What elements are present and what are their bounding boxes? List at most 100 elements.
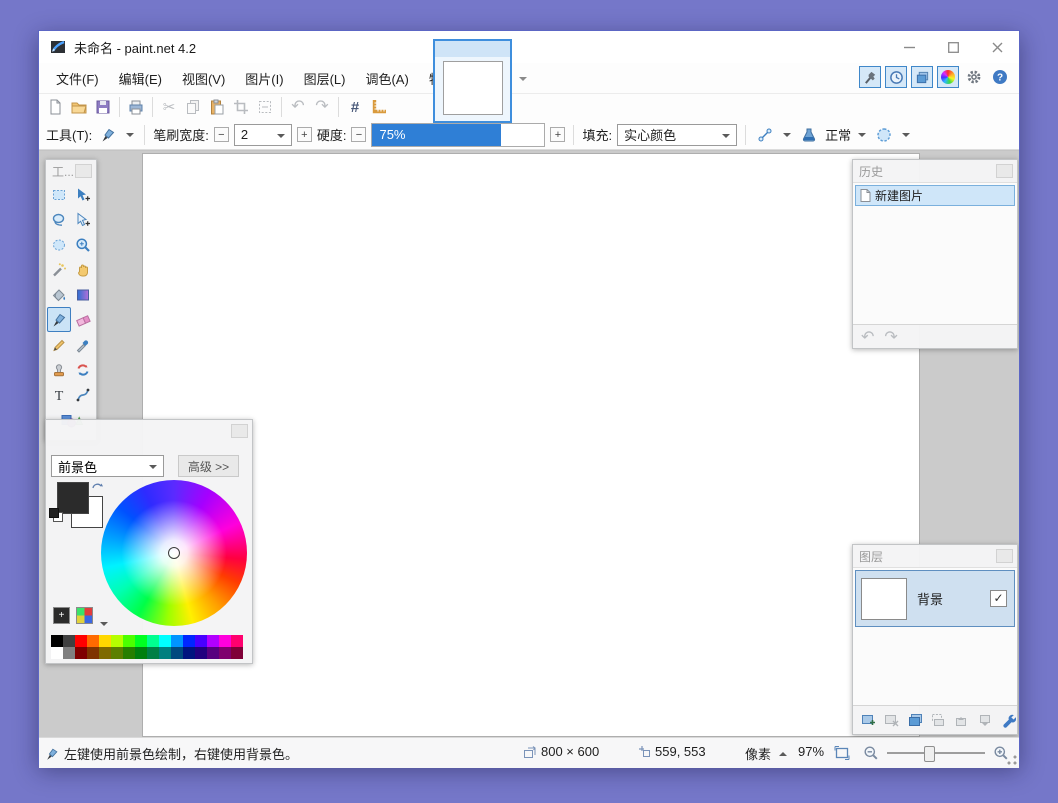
tools-window-toggle[interactable] [859, 66, 881, 88]
maximize-button[interactable] [931, 31, 975, 63]
brush-width-decrease-button[interactable]: − [214, 127, 229, 142]
reset-colors-icon[interactable] [49, 508, 63, 522]
settings-button[interactable] [963, 66, 985, 88]
tool-zoom[interactable] [71, 232, 95, 257]
tool-paintbrush[interactable] [47, 307, 71, 332]
history-panel-close-button[interactable] [996, 164, 1013, 178]
palette-swatch[interactable] [207, 635, 219, 647]
deselect-button[interactable] [254, 96, 276, 118]
ruler-toggle-button[interactable] [368, 96, 390, 118]
history-undo-icon[interactable]: ↶ [861, 327, 874, 347]
paste-button[interactable] [206, 96, 228, 118]
layers-panel-header[interactable]: 图层 [853, 545, 1017, 567]
selection-mode-caret[interactable] [900, 124, 912, 146]
colors-panel-header[interactable] [46, 420, 252, 442]
hardness-slider[interactable]: 75% [371, 123, 545, 147]
tool-eraser[interactable] [71, 307, 95, 332]
resize-grip[interactable] [1007, 755, 1017, 765]
palette-swatch[interactable] [219, 647, 231, 659]
brush-width-increase-button[interactable]: + [297, 127, 312, 142]
tool-pan[interactable] [71, 257, 95, 282]
blend-mode-button[interactable] [798, 124, 820, 146]
palette-swatch[interactable] [111, 635, 123, 647]
tool-pencil[interactable] [47, 332, 71, 357]
close-button[interactable] [975, 31, 1019, 63]
colors-panel-close-button[interactable] [231, 424, 248, 438]
merge-layer-down-button[interactable] [930, 711, 947, 729]
history-panel-header[interactable]: 历史 [853, 160, 1017, 182]
antialiasing-button[interactable] [754, 124, 776, 146]
palette-swatch[interactable] [207, 647, 219, 659]
palette-swatch[interactable] [87, 647, 99, 659]
grid-toggle-button[interactable]: # [344, 96, 366, 118]
tool-magic-wand[interactable] [47, 257, 71, 282]
palette-swatch[interactable] [171, 647, 183, 659]
minimize-button[interactable] [887, 31, 931, 63]
menu-item-2[interactable]: 编辑(E) [109, 64, 172, 93]
save-button[interactable] [92, 96, 114, 118]
cut-button[interactable]: ✂ [158, 96, 180, 118]
tool-recolor[interactable] [71, 357, 95, 382]
zoom-slider[interactable] [887, 746, 985, 760]
fill-style-select[interactable]: 实心颜色 [617, 124, 737, 146]
palette-swatch[interactable] [135, 635, 147, 647]
palette-swatch[interactable] [147, 635, 159, 647]
zoom-to-window-button[interactable] [831, 742, 853, 764]
swap-colors-icon[interactable] [91, 480, 104, 492]
tool-color-picker[interactable] [71, 332, 95, 357]
layers-panel-close-button[interactable] [996, 549, 1013, 563]
palette-swatch[interactable] [51, 635, 63, 647]
menu-item-6[interactable]: 调色(A) [355, 64, 418, 93]
palette-swatch[interactable] [123, 647, 135, 659]
image-list-dropdown[interactable] [516, 73, 530, 85]
tool-rectangle-select[interactable] [47, 182, 71, 207]
tool-ellipse-select[interactable] [47, 232, 71, 257]
menu-item-4[interactable]: 图片(I) [235, 64, 293, 93]
history-item[interactable]: 新建图片 [855, 185, 1015, 206]
color-wheel-selector[interactable] [168, 547, 180, 559]
units-select[interactable]: 像素 [745, 744, 787, 763]
redo-button[interactable]: ↷ [311, 96, 333, 118]
blend-mode-caret[interactable] [856, 124, 868, 146]
history-window-toggle[interactable] [885, 66, 907, 88]
tool-lasso-select[interactable] [47, 207, 71, 232]
color-target-select[interactable]: 前景色 [51, 455, 164, 477]
layer-properties-button[interactable] [1000, 711, 1017, 729]
print-button[interactable] [125, 96, 147, 118]
zoom-out-button[interactable] [860, 742, 882, 764]
tool-line-curve[interactable] [71, 382, 95, 407]
hardness-increase-button[interactable]: + [550, 127, 565, 142]
palette-menu-button[interactable] [76, 607, 93, 624]
palette-menu-caret[interactable] [98, 613, 110, 635]
palette-swatch[interactable] [147, 647, 159, 659]
tool-text[interactable]: T [47, 382, 71, 407]
palette-swatch[interactable] [231, 647, 243, 659]
palette-swatch[interactable] [75, 647, 87, 659]
menu-item-3[interactable]: 视图(V) [172, 64, 235, 93]
palette-swatch[interactable] [99, 647, 111, 659]
copy-button[interactable] [182, 96, 204, 118]
palette-swatch[interactable] [123, 635, 135, 647]
palette-swatch[interactable] [183, 635, 195, 647]
antialiasing-caret[interactable] [781, 124, 793, 146]
crop-button[interactable] [230, 96, 252, 118]
layer-visibility-checkbox[interactable]: ✓ [990, 590, 1007, 607]
tool-gradient[interactable] [71, 282, 95, 307]
layer-row[interactable]: 背景 ✓ [855, 570, 1015, 627]
palette-swatch[interactable] [135, 647, 147, 659]
palette-swatch[interactable] [231, 635, 243, 647]
tool-move-selected-pixels[interactable] [71, 182, 95, 207]
image-tab[interactable] [433, 39, 512, 123]
move-layer-down-button[interactable] [976, 711, 993, 729]
zoom-slider-thumb[interactable] [924, 746, 935, 762]
tool-clone-stamp[interactable] [47, 357, 71, 382]
palette-swatch[interactable] [51, 647, 63, 659]
tools-panel-close-button[interactable] [75, 164, 92, 178]
selection-mode-button[interactable] [873, 124, 895, 146]
advanced-colors-button[interactable]: 高级 >> [178, 455, 239, 477]
palette-swatch[interactable] [159, 635, 171, 647]
palette-swatch[interactable] [99, 635, 111, 647]
palette-swatch[interactable] [111, 647, 123, 659]
palette-swatch[interactable] [195, 647, 207, 659]
palette-swatch[interactable] [219, 635, 231, 647]
